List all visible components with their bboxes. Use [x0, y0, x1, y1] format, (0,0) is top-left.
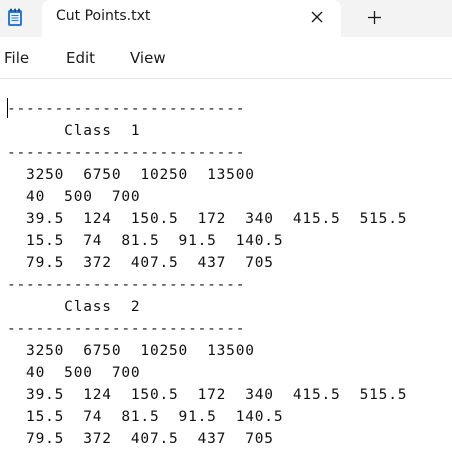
text-line: -------------------------: [7, 145, 246, 161]
text-line: 79.5 372 407.5 437 705: [7, 255, 274, 271]
close-icon[interactable]: [310, 10, 324, 24]
text-line: -------------------------: [7, 321, 246, 337]
text-editor[interactable]: ------------------------- Class 1 ------…: [0, 79, 452, 463]
menu-file[interactable]: File: [4, 49, 29, 67]
text-line: 40 500 700: [7, 365, 141, 381]
text-line: 40 500 700: [7, 189, 141, 205]
title-bar: Cut Points.txt: [0, 0, 452, 37]
text-line: 15.5 74 81.5 91.5 140.5: [7, 233, 284, 249]
text-line: Class 1: [7, 123, 141, 139]
text-line: 15.5 74 81.5 91.5 140.5: [7, 409, 284, 425]
text-line: -------------------------: [7, 101, 246, 117]
text-line: 39.5 124 150.5 172 340 415.5 515.5: [7, 211, 408, 227]
notepad-icon: [8, 8, 22, 26]
tab-cut-points[interactable]: Cut Points.txt: [42, 0, 341, 37]
text-line: 79.5 372 407.5 437 705: [7, 431, 274, 447]
text-line: 39.5 124 150.5 172 340 415.5 515.5: [7, 387, 408, 403]
text-line: 3250 6750 10250 13500: [7, 167, 255, 183]
menu-view[interactable]: View: [130, 49, 166, 67]
menu-bar: File Edit View: [0, 37, 452, 79]
menu-edit[interactable]: Edit: [66, 49, 95, 67]
text-line: -------------------------: [7, 277, 246, 293]
text-line: 3250 6750 10250 13500: [7, 343, 255, 359]
tab-title: Cut Points.txt: [56, 8, 151, 24]
plus-icon[interactable]: [367, 10, 382, 25]
text-line: Class 2: [7, 299, 141, 315]
